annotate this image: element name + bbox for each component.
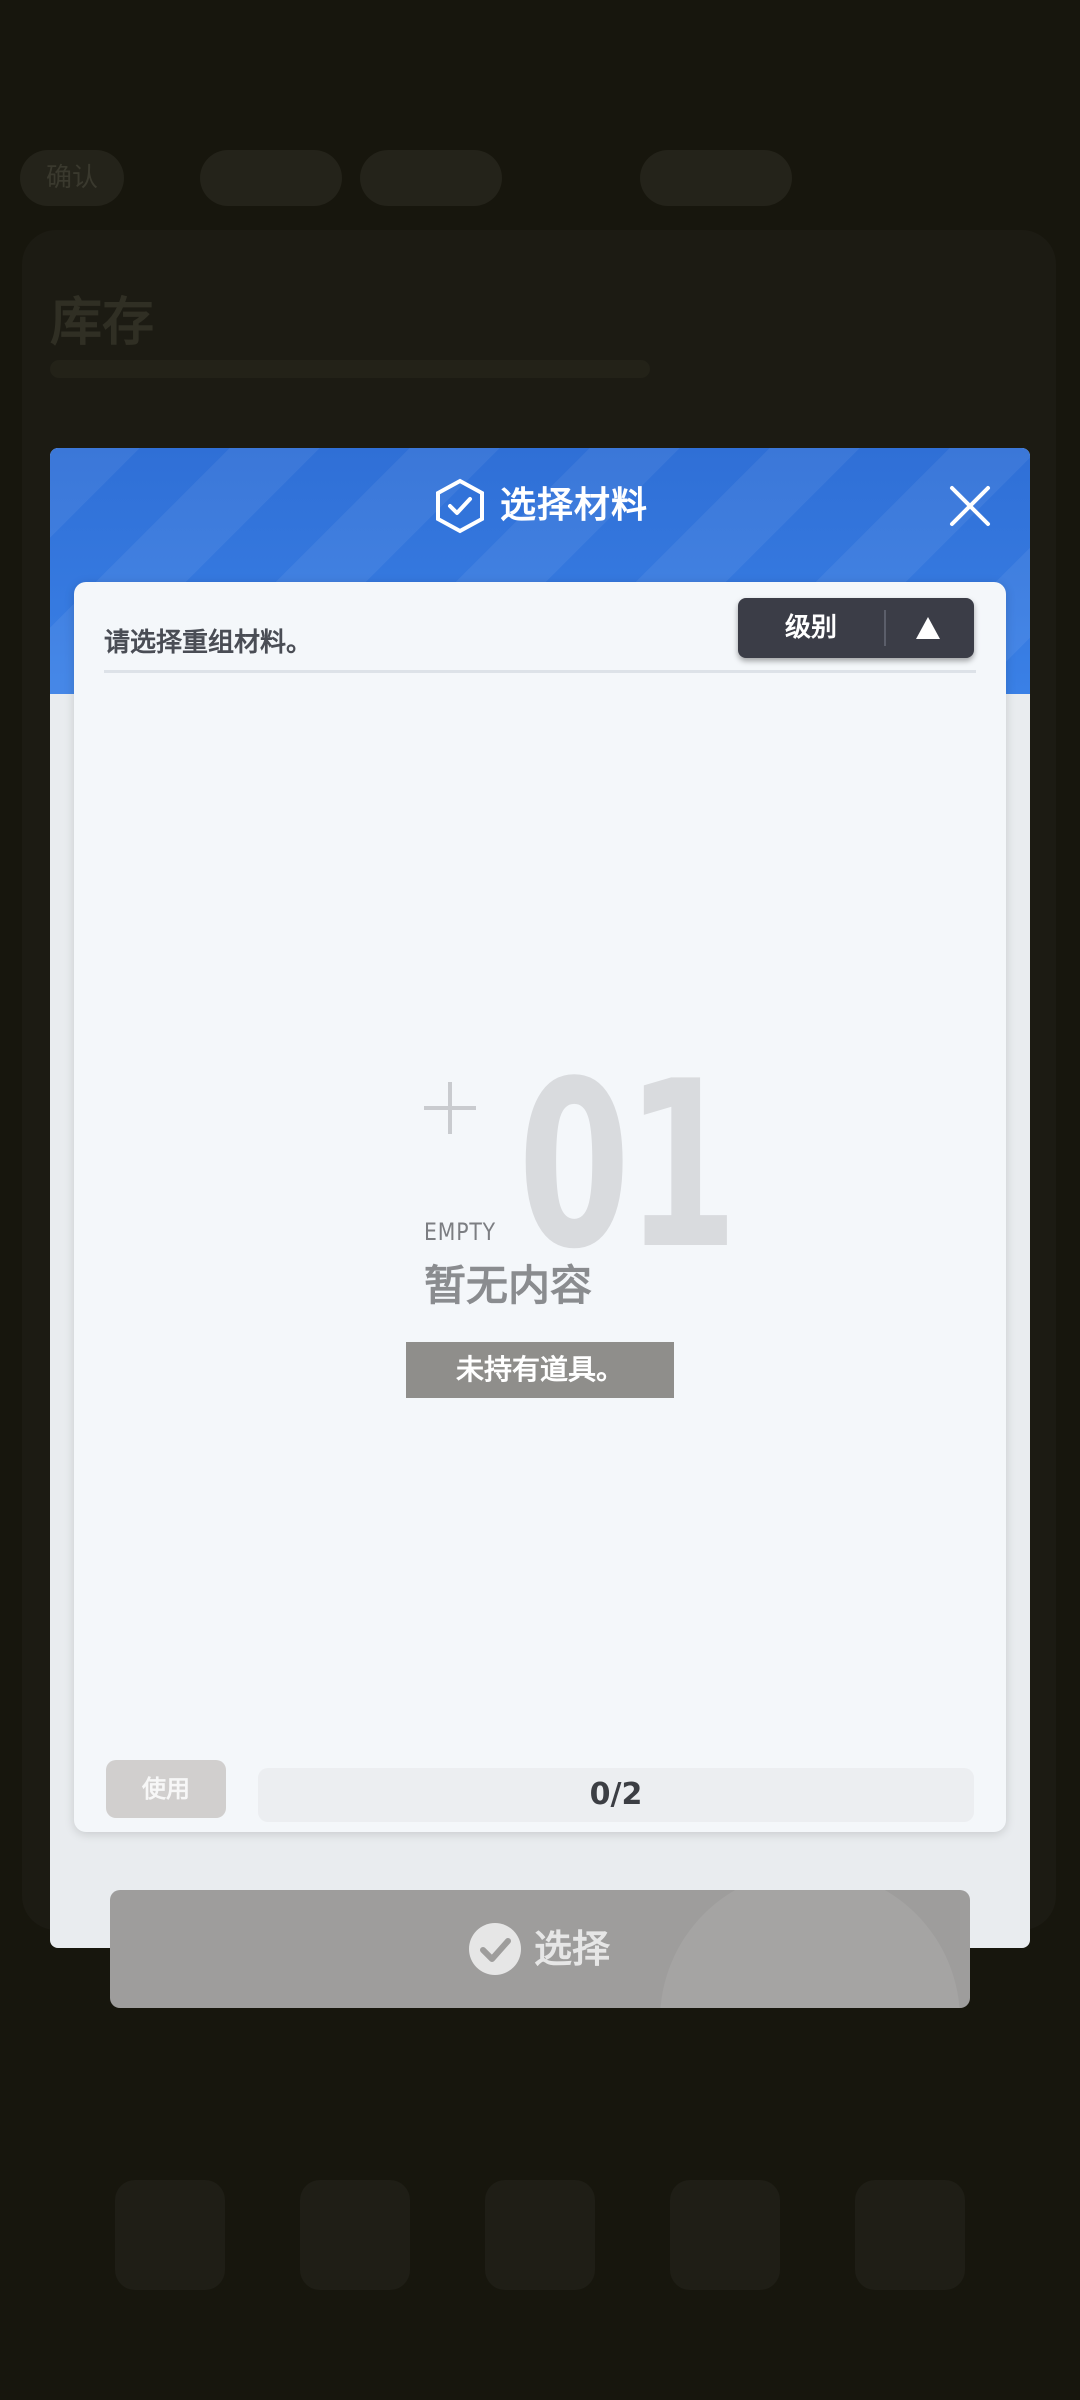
dialog-title: 选择材料 xyxy=(500,485,649,526)
instruction-text: 请选择重组材料。 xyxy=(104,628,313,658)
background-tab xyxy=(200,150,342,206)
close-icon[interactable] xyxy=(946,482,994,530)
sort-by-level-button[interactable]: 级别 xyxy=(738,598,974,658)
background-panel-title: 库存 xyxy=(50,293,155,353)
background-nav-icon xyxy=(855,2180,965,2290)
empty-state-title: 暂无内容 xyxy=(424,1261,593,1310)
select-button-label: 选择 xyxy=(534,1927,611,1971)
button-decoration xyxy=(660,1890,960,2008)
background-nav-icon xyxy=(485,2180,595,2290)
selection-count: 0/2 xyxy=(258,1768,974,1822)
select-material-dialog: 选择材料 请选择重组材料。 级别 01 EMPTY 暂无内容 未持有道具。 使用… xyxy=(50,448,1030,1948)
sort-label: 级别 xyxy=(784,613,837,643)
background-tab xyxy=(360,150,502,206)
triangle-up-icon[interactable] xyxy=(914,615,942,641)
divider xyxy=(104,670,976,673)
select-button[interactable]: 选择 xyxy=(110,1890,970,2008)
background-nav-icon xyxy=(670,2180,780,2290)
background-tab: 确认 xyxy=(20,150,125,206)
empty-state-number: 01 xyxy=(518,1033,738,1300)
check-circle-icon xyxy=(469,1923,521,1975)
empty-state-english: EMPTY xyxy=(424,1218,496,1246)
hexagon-check-icon xyxy=(436,478,484,534)
use-button[interactable]: 使用 xyxy=(106,1760,226,1818)
empty-state-message: 未持有道具。 xyxy=(406,1342,674,1398)
sort-divider xyxy=(884,610,886,646)
background-tab xyxy=(640,150,792,206)
background-subtitle xyxy=(50,360,650,378)
plus-icon xyxy=(424,1082,476,1134)
background-nav-icon xyxy=(115,2180,225,2290)
background-nav-icon xyxy=(300,2180,410,2290)
material-list-card: 请选择重组材料。 级别 01 EMPTY 暂无内容 未持有道具。 使用 0/2 xyxy=(74,582,1006,1832)
